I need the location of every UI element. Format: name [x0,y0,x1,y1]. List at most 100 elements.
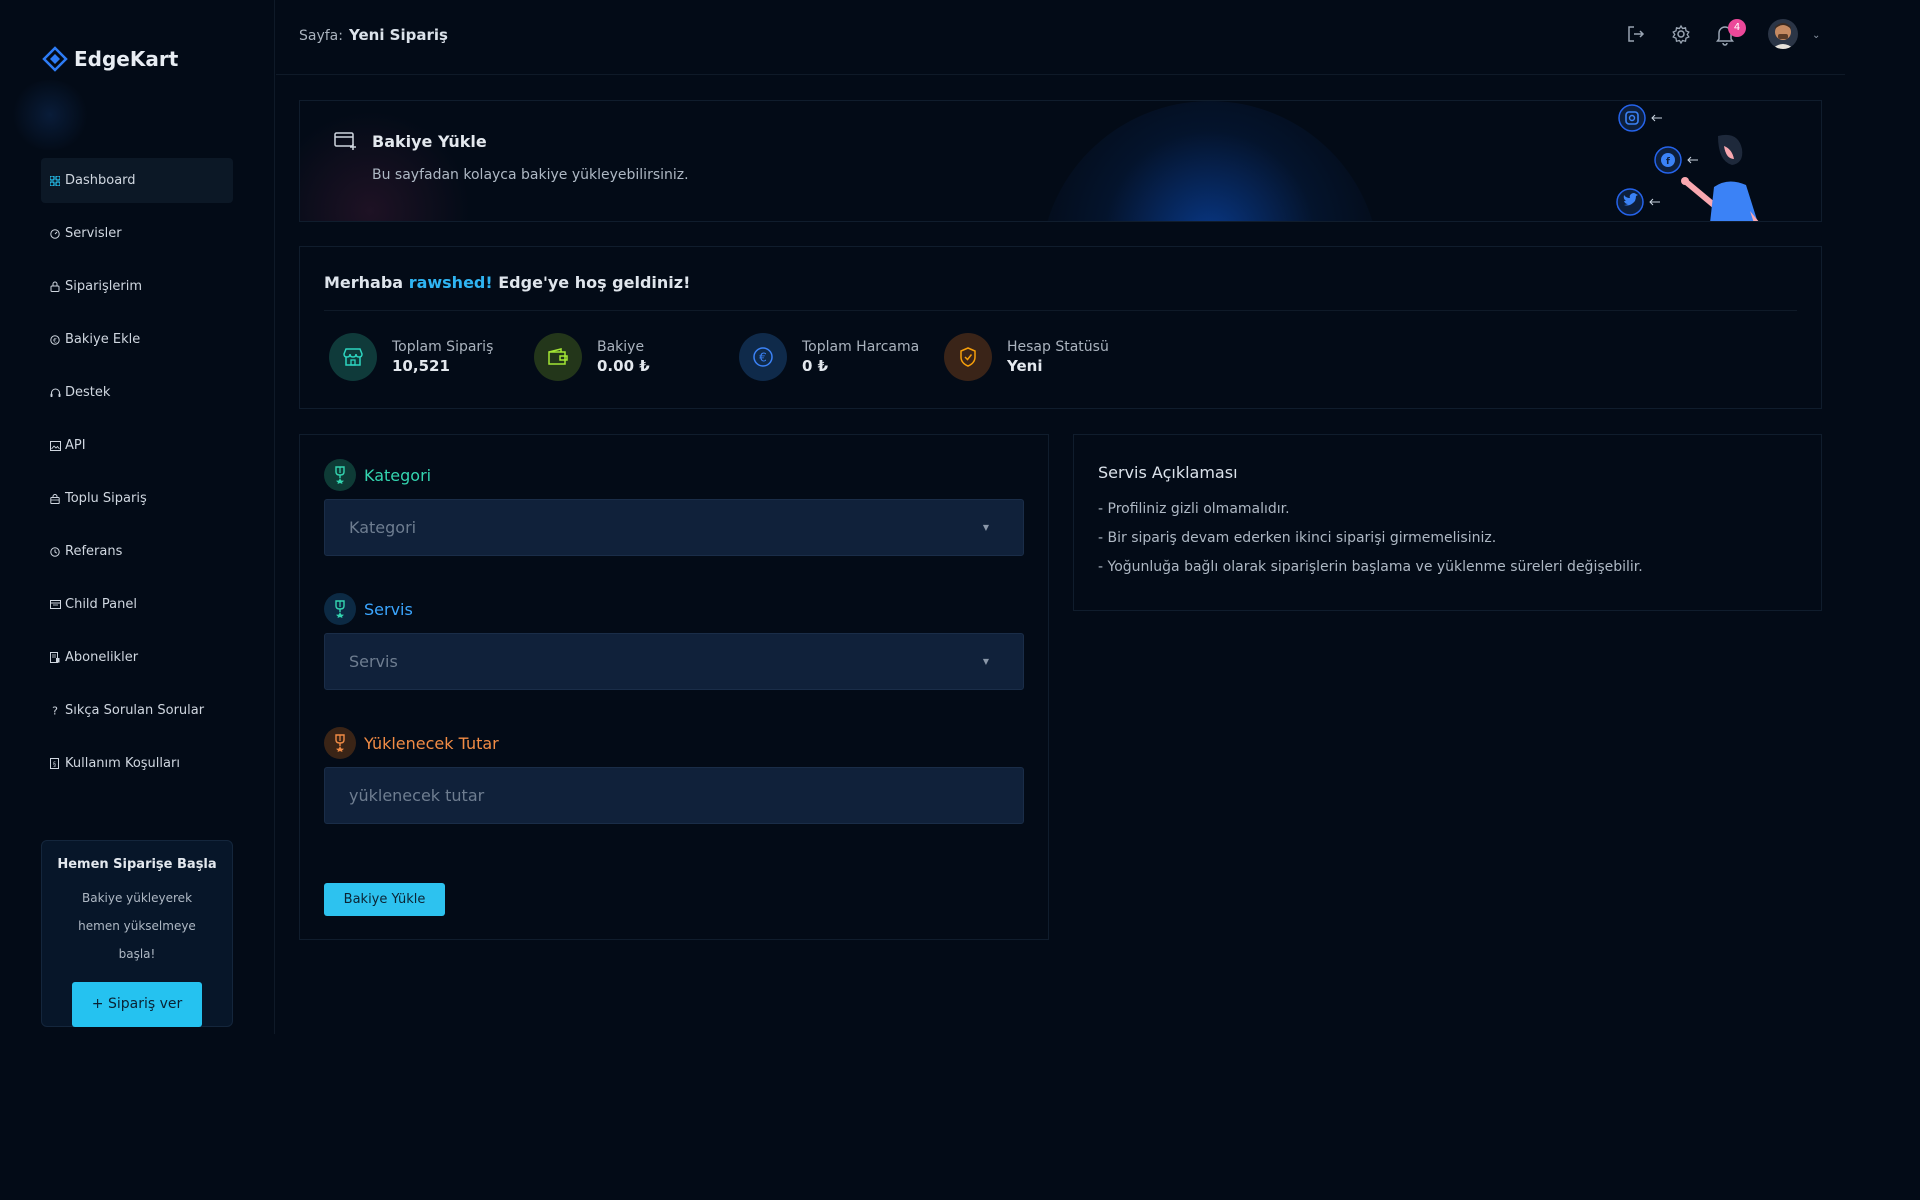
description-line: - Bir sipariş devam ederken ikinci sipar… [1098,530,1497,546]
sidebar-item-label: API [65,438,86,453]
greeting-text: Merhaba [324,273,404,292]
category-placeholder: Kategori [349,518,417,537]
description-title: Servis Açıklaması [1098,463,1238,482]
stat-label: Bakiye [597,339,645,355]
welcome-card: Merhaba rawshed! Edge'ye hoş geldiniz! T… [299,246,1822,409]
notification-badge: 4 [1728,19,1746,37]
breadcrumb: Sayfa: Yeni Sipariş [299,26,448,44]
amount-placeholder: yüklenecek tutar [349,786,485,805]
sidebar-item-servisler[interactable]: Servisler [41,211,233,256]
sidebar-item-label: Child Panel [65,597,137,612]
sidebar-item-label: Siparişlerim [65,279,143,294]
svg-text:§: § [53,761,56,768]
load-balance-button[interactable]: Bakiye Yükle [324,883,445,916]
gear-icon[interactable] [1671,24,1693,46]
stat-total-spending: € Toplam Harcama 0 ₺ [739,332,919,382]
clock-icon [49,546,61,558]
sidebar: EdgeKart Dashboard Servisler Siparişleri… [0,0,275,1034]
promo-description: Bakiye yükleyerek hemen yükselmeye başla… [78,891,196,961]
sidebar-item-kullanim-kosullari[interactable]: § Kullanım Koşulları [41,741,233,786]
panel-icon [49,599,61,611]
speedometer-icon [49,228,61,240]
lock-icon [49,281,61,293]
amount-field-header: Yüklenecek Tutar [324,727,499,759]
welcome-greeting: Merhaba rawshed! Edge'ye hoş geldiniz! [324,273,690,292]
logo-glow [10,80,90,150]
chevron-down-icon[interactable]: ⌄ [1812,30,1820,41]
sidebar-item-abonelikler[interactable]: Abonelikler [41,635,233,680]
image-icon [49,440,61,452]
order-now-button[interactable]: + Sipariş ver [72,982,202,1027]
caret-down-icon: ▼ [982,657,989,666]
sidebar-item-toplu-siparis[interactable]: Toplu Sipariş [41,476,233,521]
sidebar-item-siparislerim[interactable]: Siparişlerim [41,264,233,309]
card-add-icon [334,131,358,155]
stat-value: Yeni [1007,357,1043,375]
banner-title: Bakiye Yükle [372,132,487,151]
euro-icon: € [49,334,61,346]
wallet-icon [534,333,582,381]
svg-text:€: € [759,351,767,365]
stat-label: Toplam Harcama [802,339,920,355]
sidebar-item-bakiye-ekle[interactable]: € Bakiye Ekle [41,317,233,362]
promo-title: Hemen Siparişe Başla [57,857,217,872]
euro-icon: € [739,333,787,381]
sidebar-item-label: Referans [65,544,123,559]
divider [324,310,1797,311]
sidebar-item-label: Abonelikler [65,650,139,665]
category-select[interactable]: Kategori ▼ [324,499,1024,556]
banner-subtitle: Bu sayfadan kolayca bakiye yükleyebilirs… [372,167,689,183]
description-list: - Profiliniz gizli olmamalıdır. - Bir si… [1098,501,1643,588]
sidebar-item-label: Bakiye Ekle [65,332,141,347]
shield-icon [944,333,992,381]
stat-value: 10,521 [392,357,450,375]
order-form-card: Kategori Kategori ▼ Servis Servis ▼ Yükl… [299,434,1049,940]
sidebar-item-api[interactable]: API [41,423,233,468]
sidebar-item-label: Kullanım Koşulları [65,756,180,771]
banner-glow-center [1040,101,1380,221]
logo[interactable]: EdgeKart [42,46,178,72]
sidebar-item-sss[interactable]: ? Sıkça Sorulan Sorular [41,688,233,733]
award-icon [324,593,356,625]
sidebar-item-label: Servisler [65,226,122,241]
logo-text: EdgeKart [74,47,179,71]
category-label: Kategori [364,465,432,485]
bag-icon [49,493,61,505]
avatar[interactable] [1768,19,1798,49]
question-icon: ? [49,705,61,717]
award-icon [324,459,356,491]
sidebar-item-child-panel[interactable]: Child Panel [41,582,233,627]
logout-icon[interactable] [1626,24,1648,46]
sidebar-nav: Dashboard Servisler Siparişlerim € Bakiy… [41,158,233,794]
description-line: - Profiliniz gizli olmamalıdır. [1098,501,1290,517]
service-field-header: Servis [324,593,413,625]
grid-icon [49,175,61,187]
sidebar-item-label: Dashboard [65,173,136,188]
sidebar-item-label: Sıkça Sorulan Sorular [65,703,205,718]
stat-value: 0.00 ₺ [597,357,650,375]
amount-input[interactable]: yüklenecek tutar [324,767,1024,824]
service-select[interactable]: Servis ▼ [324,633,1024,690]
terms-icon: § [49,758,61,770]
topbar: Sayfa: Yeni Sipariş 4 ⌄ [276,0,1845,75]
stat-total-orders: Toplam Sipariş 10,521 [329,332,493,382]
logo-icon [42,46,68,72]
page-title: Yeni Sipariş [348,26,448,44]
svg-text:?: ? [52,705,58,716]
stat-balance: Bakiye 0.00 ₺ [534,332,650,382]
category-field-header: Kategori [324,459,431,491]
service-label: Servis [364,599,413,619]
headset-icon [49,387,61,399]
sidebar-item-destek[interactable]: Destek [41,370,233,415]
username: rawshed! [408,273,493,292]
sidebar-item-dashboard[interactable]: Dashboard [41,158,233,203]
svg-text:€: € [53,337,57,344]
sidebar-item-referans[interactable]: Referans [41,529,233,574]
caret-down-icon: ▼ [982,523,989,532]
stat-label: Toplam Sipariş [392,339,494,355]
store-icon [329,333,377,381]
page-banner: Bakiye Yükle Bu sayfadan kolayca bakiye … [299,100,1822,222]
sidebar-item-label: Toplu Sipariş [65,491,147,506]
amount-label: Yüklenecek Tutar [364,733,499,753]
document-icon [49,652,61,664]
